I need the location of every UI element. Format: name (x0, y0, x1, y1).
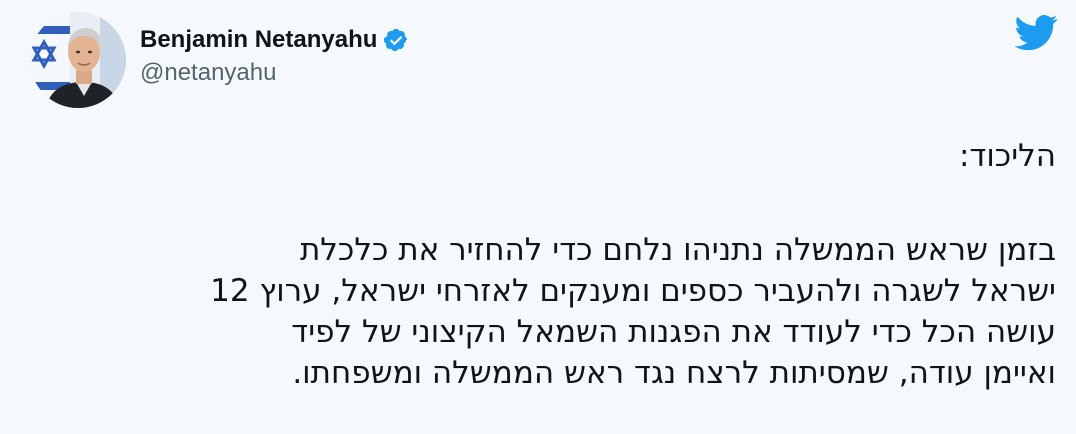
display-name-row: Benjamin Netanyahu (140, 25, 409, 55)
tweet-label: הליכוד: (958, 138, 1056, 174)
tweet-text: הליכוד: בזמן שראש הממשלה נתניהו נלחם כדי… (56, 130, 1056, 394)
tweet-header: Benjamin Netanyahu @netanyahu (30, 12, 409, 108)
tweet-line: בזמן שראש הממשלה נתניהו נלחם כדי להחזיר … (299, 232, 1056, 268)
tweet-line: ישראל לשגרה ולהעביר כספים ומענקים לאזרחי… (210, 273, 1056, 309)
avatar-photo (30, 12, 126, 108)
avatar[interactable] (30, 12, 126, 108)
verified-badge-icon (383, 27, 409, 53)
author-handle[interactable]: @netanyahu (140, 57, 409, 89)
twitter-bird-icon[interactable] (1014, 14, 1058, 52)
tweet-card: Benjamin Netanyahu @netanyahu הליכוד: בז… (0, 0, 1076, 434)
author-names: Benjamin Netanyahu @netanyahu (140, 25, 409, 89)
tweet-line: עושה הכל כדי לעודד את הפגנות השמאל הקיצו… (291, 314, 1056, 350)
display-name[interactable]: Benjamin Netanyahu (140, 25, 377, 55)
tweet-line: ואיימן עודה, שמסיתות לרצח נגד ראש הממשלה… (292, 355, 1056, 391)
